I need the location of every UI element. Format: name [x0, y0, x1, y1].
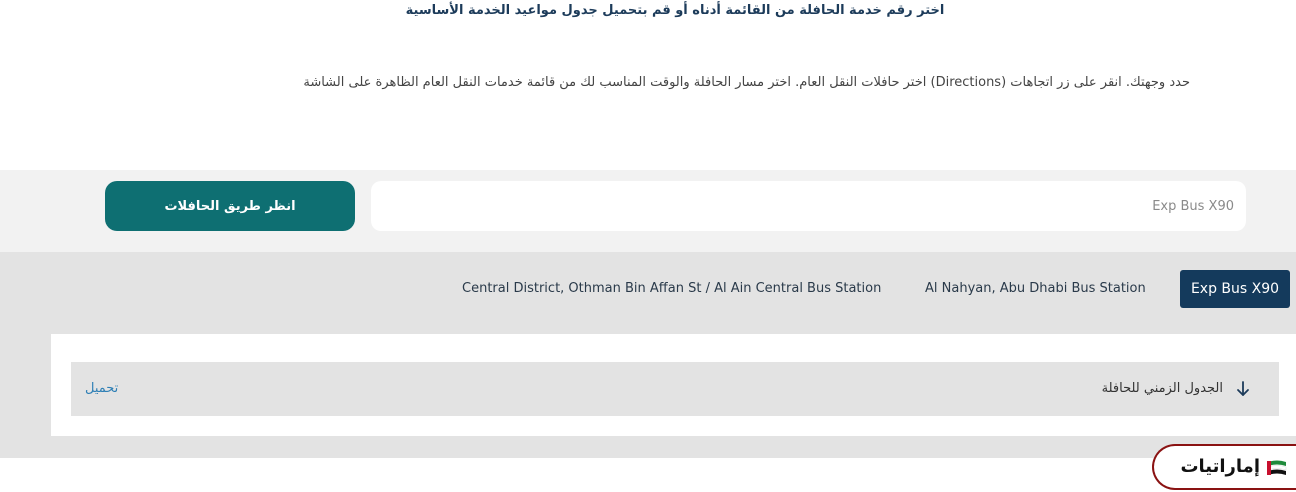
- route-section: Exp Bus X90 Al Nahyan, Abu Dhabi Bus Sta…: [0, 252, 1296, 458]
- footer-band: [0, 458, 1296, 492]
- page-heading: اختر رقم خدمة الحافلة من القائمة أدناه أ…: [405, 3, 945, 18]
- route-code-badge: Exp Bus X90: [1180, 270, 1290, 308]
- schedule-label: الجدول الزمني للحافلة: [1101, 381, 1223, 396]
- view-bus-route-button[interactable]: انظر طريق الحافلات: [105, 181, 355, 231]
- route-origin: Al Nahyan, Abu Dhabi Bus Station: [925, 281, 1146, 296]
- uae-flag-icon: [1267, 460, 1287, 475]
- search-section: انظر طريق الحافلات: [0, 170, 1296, 252]
- route-destination: Central District, Othman Bin Affan St / …: [462, 281, 882, 296]
- bus-search-input[interactable]: [371, 181, 1246, 231]
- arrow-down-icon: [1237, 381, 1249, 396]
- brand-name: إماراتيات: [1180, 456, 1260, 477]
- schedule-row: الجدول الزمني للحافلة تحميل: [71, 362, 1279, 416]
- download-link[interactable]: تحميل: [85, 380, 118, 398]
- brand-badge: إماراتيات: [1152, 444, 1296, 490]
- schedule-panel: الجدول الزمني للحافلة تحميل: [51, 334, 1296, 436]
- instructions-text: حدد وجهتك. انقر على زر اتجاهات (Directio…: [303, 75, 1190, 90]
